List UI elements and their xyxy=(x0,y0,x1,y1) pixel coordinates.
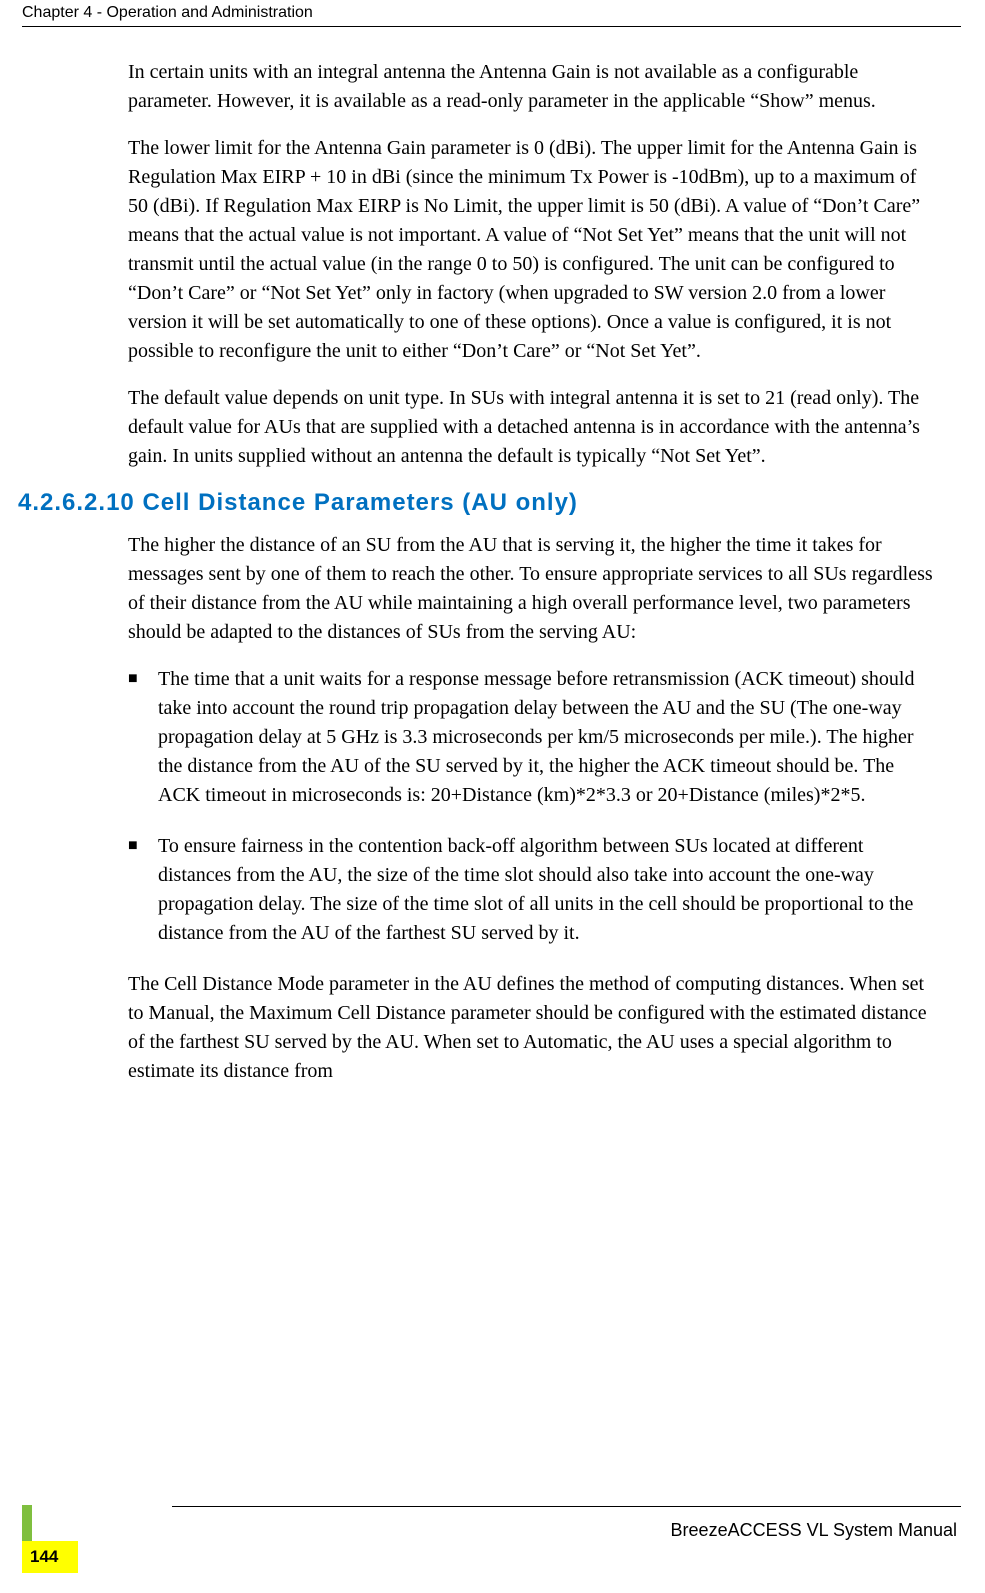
chapter-header: Chapter 4 - Operation and Administration xyxy=(22,4,313,22)
list-item: ■ To ensure fairness in the contention b… xyxy=(128,832,939,948)
bullet-list: ■ The time that a unit waits for a respo… xyxy=(128,665,939,948)
section-title: Cell Distance Parameters (AU only) xyxy=(142,489,577,516)
bullet-marker-icon: ■ xyxy=(128,665,158,810)
footer-rule xyxy=(172,1506,961,1507)
side-accent xyxy=(22,1505,32,1541)
list-item: ■ The time that a unit waits for a respo… xyxy=(128,665,939,810)
paragraph: The lower limit for the Antenna Gain par… xyxy=(128,134,939,366)
section-number: 4.2.6.2.10 xyxy=(18,489,135,516)
section-heading: 4.2.6.2.10 Cell Distance Parameters (AU … xyxy=(18,489,939,517)
page-number: 144 xyxy=(30,1547,58,1567)
paragraph: The higher the distance of an SU from th… xyxy=(128,531,939,647)
manual-title: BreezeACCESS VL System Manual xyxy=(671,1520,957,1541)
list-item-text: To ensure fairness in the contention bac… xyxy=(158,832,939,948)
paragraph: The Cell Distance Mode parameter in the … xyxy=(128,970,939,1086)
page: Chapter 4 - Operation and Administration… xyxy=(0,0,985,1593)
bullet-marker-icon: ■ xyxy=(128,832,158,948)
content-area: In certain units with an integral antenn… xyxy=(128,58,939,1104)
paragraph: In certain units with an integral antenn… xyxy=(128,58,939,116)
list-item-text: The time that a unit waits for a respons… xyxy=(158,665,939,810)
paragraph: The default value depends on unit type. … xyxy=(128,384,939,471)
header-rule xyxy=(22,26,961,27)
